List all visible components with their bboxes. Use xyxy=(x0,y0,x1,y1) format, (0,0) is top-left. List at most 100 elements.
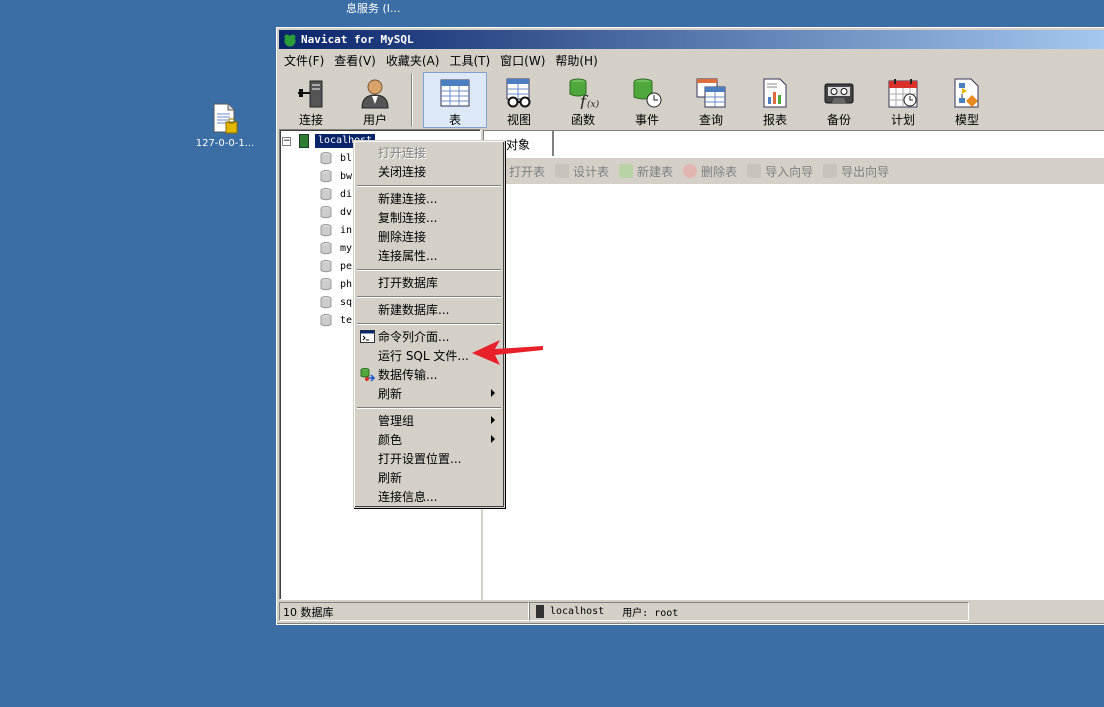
delete-table-button[interactable]: 删除表 xyxy=(683,163,737,180)
server-icon xyxy=(299,134,309,148)
menu-connection-info[interactable]: 连接信息... xyxy=(357,487,501,506)
menu-connection-properties[interactable]: 连接属性... xyxy=(357,246,501,265)
toolbar-separator xyxy=(411,74,413,126)
view-glasses-icon xyxy=(502,76,536,109)
menu-separator xyxy=(357,407,501,409)
menu-manage-group-label: 管理组 xyxy=(378,414,415,428)
window-title: Navicat for MySQL xyxy=(301,33,414,46)
tree-db-item[interactable]: pe xyxy=(320,258,352,275)
new-table-label: 新建表 xyxy=(637,164,674,179)
schedule-label: 计划 xyxy=(890,113,915,127)
query-label: 查询 xyxy=(698,113,723,127)
user-button[interactable]: 用户 xyxy=(343,72,407,128)
menu-bar: 文件(F) 查看(V) 收藏夹(A) 工具(T) 窗口(W) 帮助(H) xyxy=(279,51,603,71)
tree-db-label: pe xyxy=(340,261,353,272)
connection-button[interactable]: 连接 xyxy=(279,72,343,128)
design-table-icon xyxy=(555,164,570,178)
table-label: 表 xyxy=(448,113,461,127)
report-button[interactable]: 报表 xyxy=(743,72,807,128)
function-button[interactable]: f (x) 函数 xyxy=(551,72,615,128)
menu-file[interactable]: 文件(F) xyxy=(279,51,329,71)
database-icon xyxy=(320,170,332,183)
context-menu: 打开连接 关闭连接 新建连接... 复制连接... 删除连接 连接属性... 打… xyxy=(353,140,505,508)
menu-open-settings-location-label: 打开设置位置... xyxy=(378,452,462,466)
menu-tools[interactable]: 工具(T) xyxy=(444,51,495,71)
table-button[interactable]: 表 xyxy=(423,72,487,128)
table-icon xyxy=(438,77,472,109)
menu-refresh[interactable]: 刷新 xyxy=(357,468,501,487)
schedule-button[interactable]: 计划 xyxy=(871,72,935,128)
database-icon xyxy=(320,260,332,273)
design-table-button[interactable]: 设计表 xyxy=(555,163,609,180)
menu-new-connection-label: 新建连接... xyxy=(378,192,438,206)
backup-label: 备份 xyxy=(826,113,851,127)
tree-db-item[interactable]: bw xyxy=(320,168,352,185)
menu-separator xyxy=(357,323,501,325)
export-wizard-icon xyxy=(823,164,838,178)
query-button[interactable]: 查询 xyxy=(679,72,743,128)
export-wizard-button[interactable]: 导出向导 xyxy=(823,163,889,180)
menu-favorites[interactable]: 收藏夹(A) xyxy=(381,51,445,71)
calendar-icon xyxy=(886,76,920,109)
database-icon xyxy=(320,242,332,255)
menu-open-connection[interactable]: 打开连接 xyxy=(357,143,501,162)
event-button[interactable]: 事件 xyxy=(615,72,679,128)
open-table-label: 打开表 xyxy=(509,164,546,179)
desktop-icon-label: 127-0-0-1... xyxy=(195,138,255,149)
tree-db-item[interactable]: sq xyxy=(320,294,352,311)
menu-copy-connection-label: 复制连接... xyxy=(378,211,438,225)
tree-db-label: di xyxy=(340,189,353,200)
tree-db-label: te xyxy=(340,315,353,326)
user-label: 用户 xyxy=(362,113,387,127)
menu-close-connection[interactable]: 关闭连接 xyxy=(357,162,501,181)
model-button[interactable]: 模型 xyxy=(935,72,999,128)
menu-separator xyxy=(357,296,501,298)
report-label: 报表 xyxy=(762,113,787,127)
server-icon xyxy=(536,605,544,618)
import-wizard-button[interactable]: 导入向导 xyxy=(747,163,813,180)
menu-open-database[interactable]: 打开数据库 xyxy=(357,273,501,292)
menu-delete-connection[interactable]: 删除连接 xyxy=(357,227,501,246)
menu-new-database[interactable]: 新建数据库... xyxy=(357,300,501,319)
database-icon xyxy=(320,224,332,237)
tree-db-item[interactable]: ph xyxy=(320,276,352,293)
collapse-icon[interactable]: − xyxy=(282,136,291,146)
tree-db-item[interactable]: my xyxy=(320,240,352,257)
status-connection: localhost 用户: root xyxy=(529,602,969,621)
backup-button[interactable]: 备份 xyxy=(807,72,871,128)
import-wizard-label: 导入向导 xyxy=(765,164,814,179)
event-clock-icon xyxy=(630,76,664,109)
view-button[interactable]: 视图 xyxy=(487,72,551,128)
backup-tape-icon xyxy=(822,76,856,109)
menu-color[interactable]: 颜色 xyxy=(357,430,501,449)
model-icon xyxy=(950,76,984,109)
tree-db-item[interactable]: bl xyxy=(320,150,352,167)
menu-new-database-label: 新建数据库... xyxy=(378,303,450,317)
tree-db-label: ph xyxy=(340,279,353,290)
menu-open-connection-label: 打开连接 xyxy=(378,146,427,160)
database-icon xyxy=(320,206,332,219)
event-label: 事件 xyxy=(634,113,659,127)
menu-help[interactable]: 帮助(H) xyxy=(550,51,602,71)
tree-db-item[interactable]: di xyxy=(320,186,352,203)
object-toolbar: 打开表 设计表 新建表 删除表 导入向导 导出向导 xyxy=(483,158,1104,184)
menu-open-settings-location[interactable]: 打开设置位置... xyxy=(357,449,501,468)
menu-new-connection[interactable]: 新建连接... xyxy=(357,189,501,208)
navicat-logo-icon xyxy=(284,34,296,46)
tree-db-item[interactable]: dv xyxy=(320,204,352,221)
tree-db-item[interactable]: te xyxy=(320,312,352,329)
menu-manage-group[interactable]: 管理组 xyxy=(357,411,501,430)
menu-copy-connection[interactable]: 复制连接... xyxy=(357,208,501,227)
menu-refresh-submenu[interactable]: 刷新 xyxy=(357,384,501,403)
console-icon xyxy=(360,330,375,343)
title-bar[interactable]: Navicat for MySQL xyxy=(279,30,1104,49)
desktop-file-icon[interactable]: 127-0-0-1... xyxy=(186,103,264,149)
data-transfer-icon xyxy=(360,368,375,382)
menu-refresh-submenu-label: 刷新 xyxy=(378,387,403,401)
design-table-label: 设计表 xyxy=(573,164,610,179)
menu-view[interactable]: 查看(V) xyxy=(329,51,381,71)
menu-connection-info-label: 连接信息... xyxy=(378,490,438,504)
tree-db-item[interactable]: in xyxy=(320,222,352,239)
new-table-button[interactable]: 新建表 xyxy=(619,163,673,180)
menu-window[interactable]: 窗口(W) xyxy=(495,51,550,71)
